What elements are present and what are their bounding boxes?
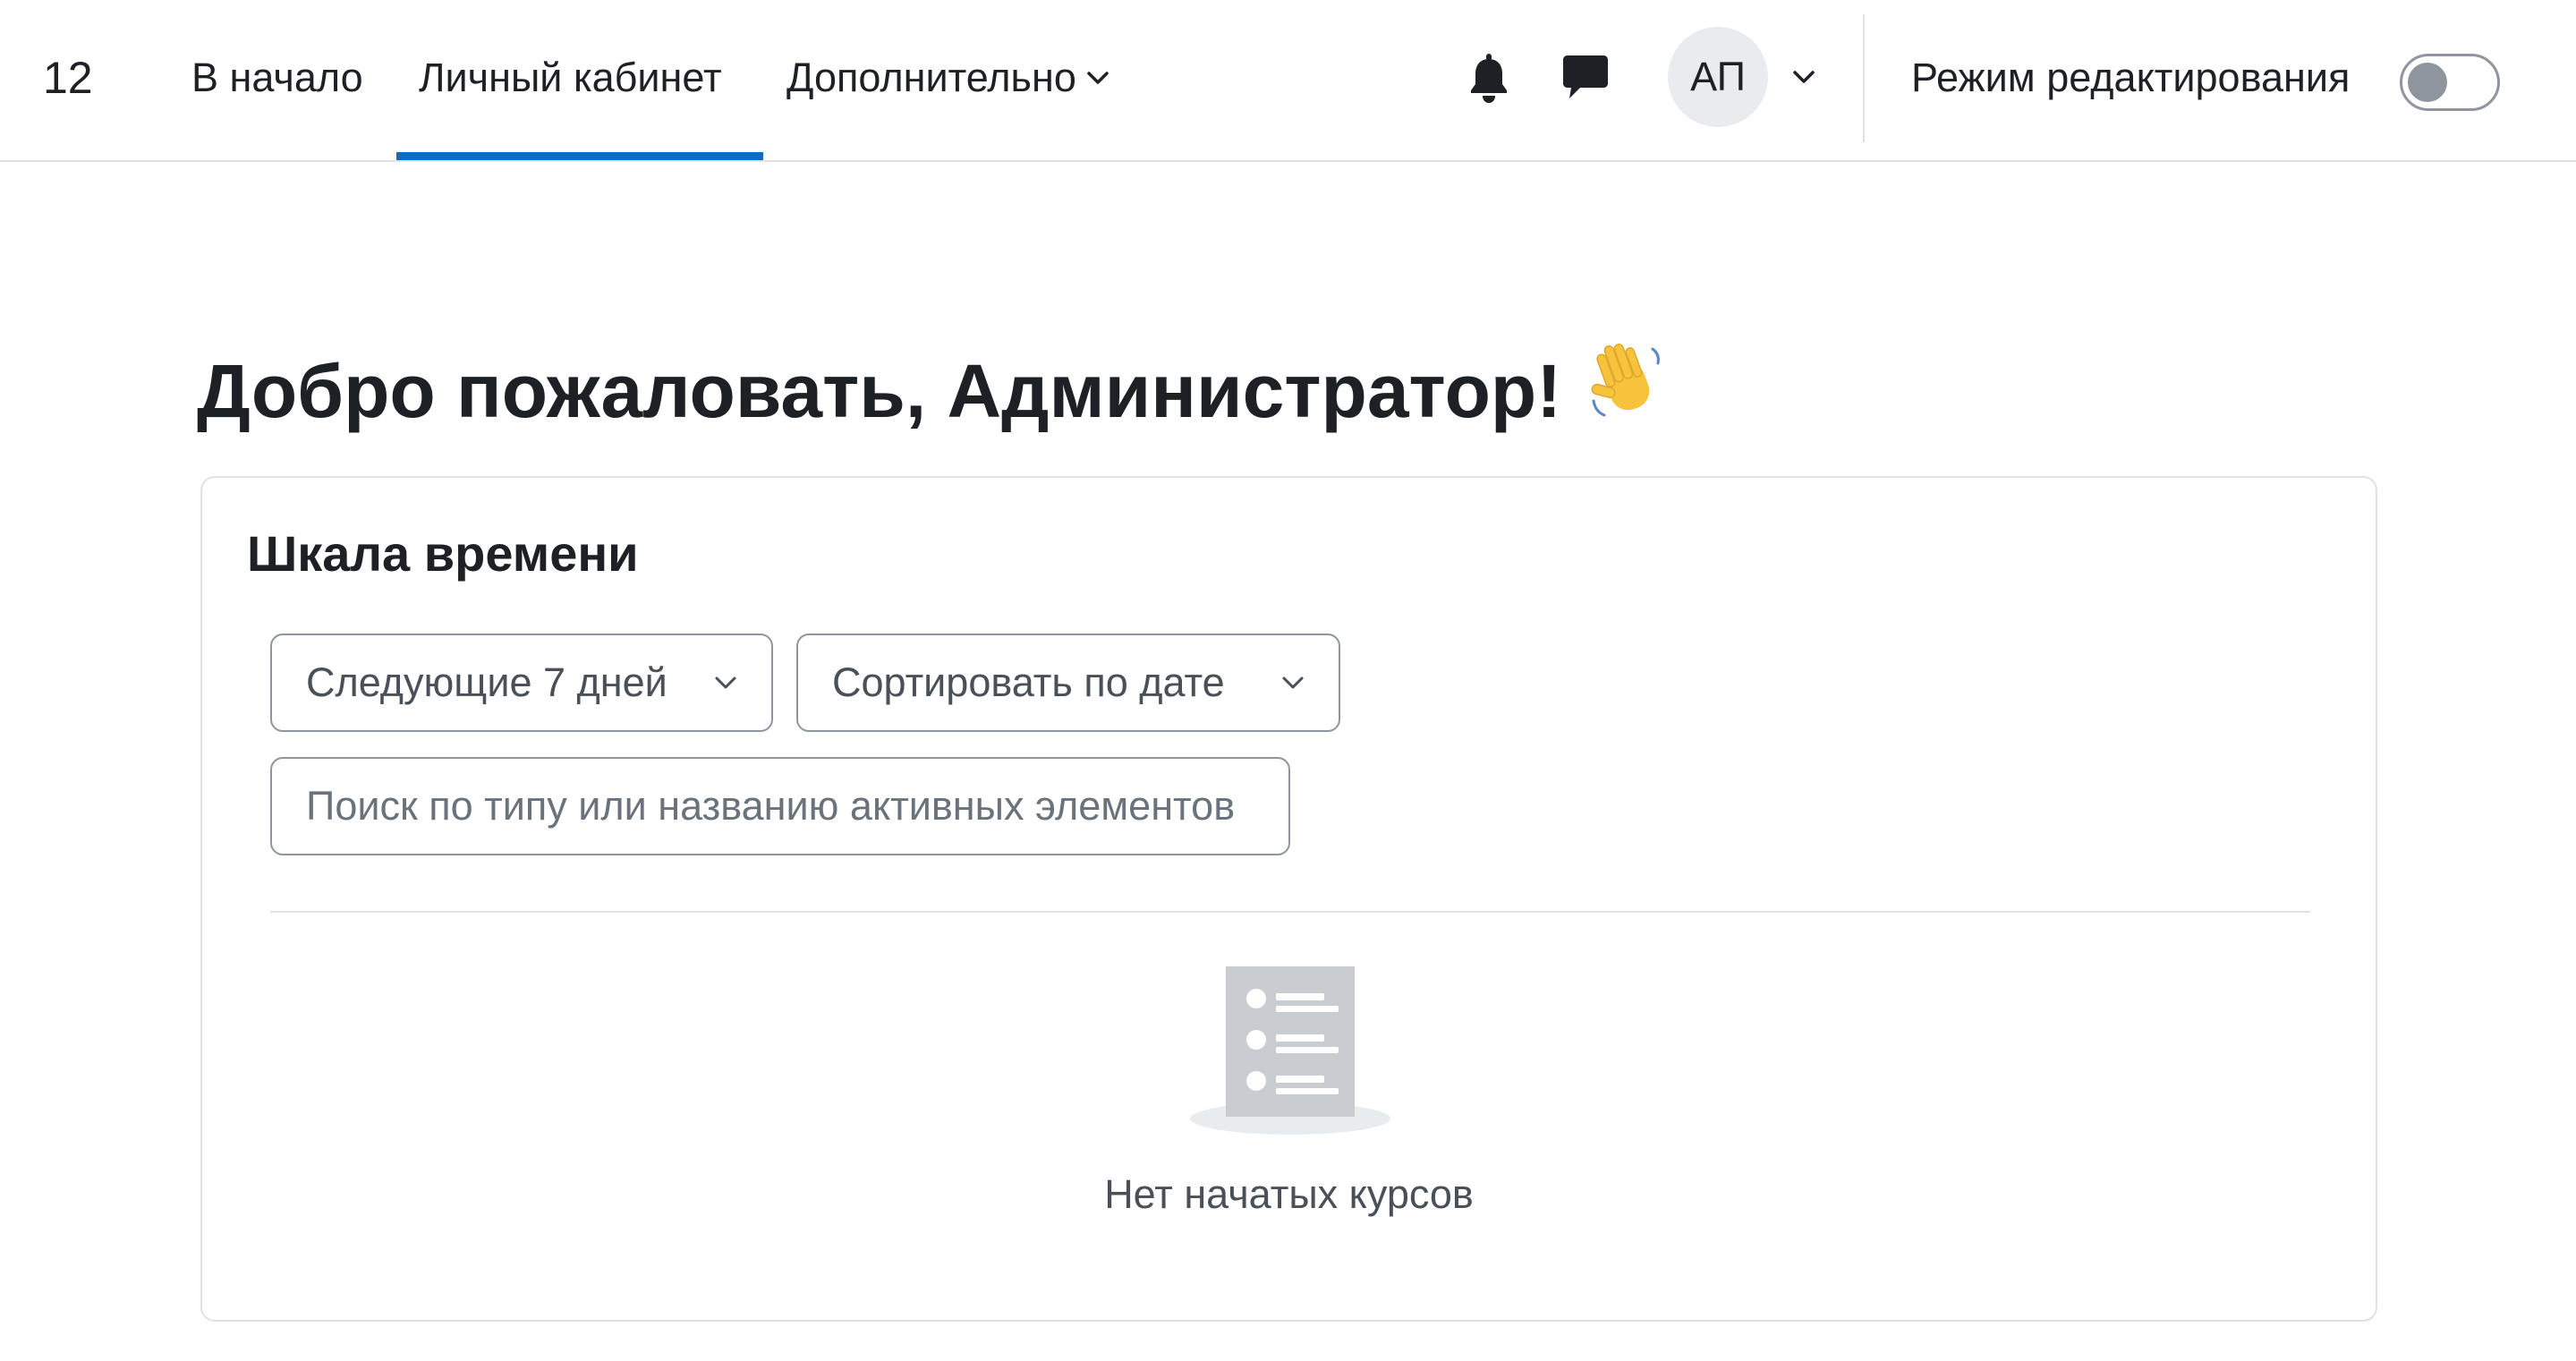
nav-item-home[interactable]: В начало [191, 50, 363, 106]
edit-mode-toggle[interactable] [2400, 54, 2500, 111]
timeline-card: Шкала времени Следующие 7 дней Сортирова… [200, 476, 2377, 1322]
sort-label: Сортировать по дате [832, 659, 1225, 705]
top-navbar: 12 В начало Личный кабинет Дополнительно… [0, 0, 2576, 162]
site-brand[interactable]: 12 [43, 50, 93, 106]
user-avatar[interactable]: АП [1668, 27, 1768, 127]
chevron-down-icon [1282, 676, 1304, 689]
timeline-title: Шкала времени [247, 525, 639, 582]
navbar-divider [1863, 14, 1865, 142]
day-filter-label: Следующие 7 дней [306, 659, 667, 705]
greeting-text: Добро пожаловать, Администратор! [197, 349, 1562, 433]
waving-hand-icon [1591, 344, 1661, 417]
nav-item-dashboard[interactable]: Личный кабинет [419, 50, 722, 106]
empty-state-message: Нет начатых курсов [1104, 1171, 1474, 1217]
nav-item-more[interactable]: Дополнительно [786, 50, 1112, 106]
chevron-down-icon [715, 676, 736, 689]
active-tab-indicator [396, 152, 763, 160]
chat-icon[interactable] [1560, 52, 1611, 104]
page-title: Добро пожаловать, Администратор! [197, 336, 1672, 441]
timeline-sort-dropdown[interactable]: Сортировать по дате [796, 634, 1340, 732]
card-divider [270, 911, 2310, 913]
bell-icon[interactable] [1464, 52, 1514, 106]
timeline-day-filter-dropdown[interactable]: Следующие 7 дней [270, 634, 773, 732]
chevron-down-icon [1087, 72, 1109, 84]
nav-item-more-label: Дополнительно [786, 55, 1076, 100]
edit-mode-label: Режим редактирования [1911, 55, 2351, 100]
toggle-knob [2408, 63, 2447, 102]
chevron-down-icon[interactable] [1790, 63, 1818, 91]
timeline-search-input[interactable] [270, 757, 1290, 855]
empty-list-icon [1190, 966, 1390, 1135]
